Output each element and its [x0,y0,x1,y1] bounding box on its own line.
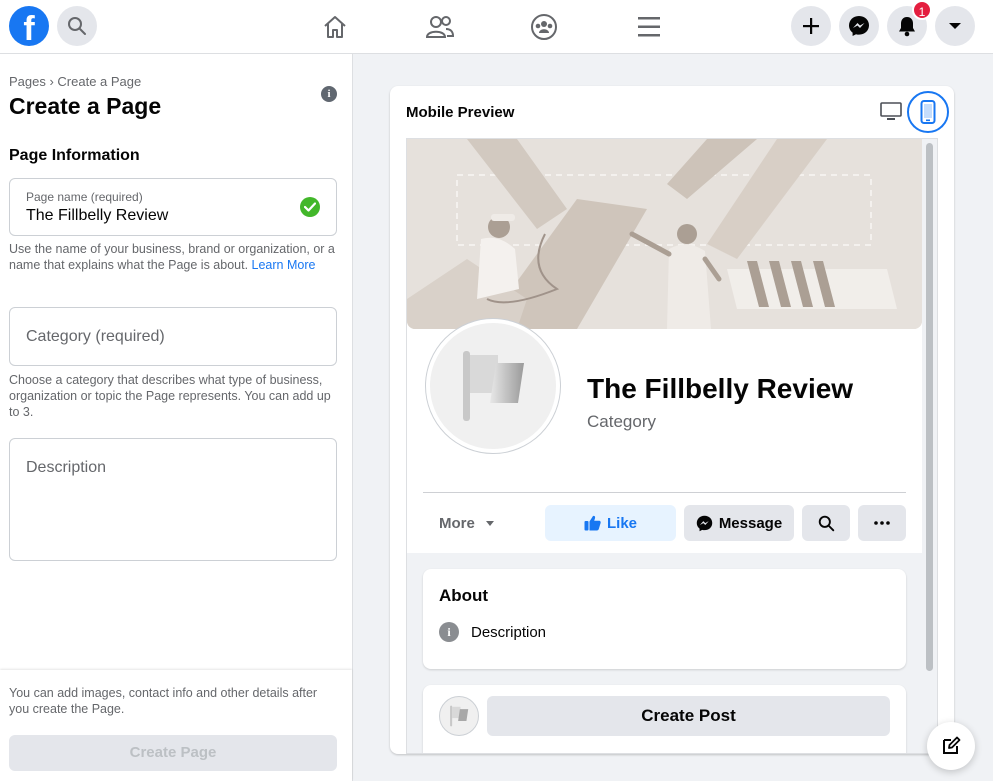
page-options-button[interactable] [858,505,906,541]
preview-category: Category [587,412,656,431]
learn-more-link[interactable]: Learn More [252,258,316,272]
create-post-card: Create Post [423,685,906,753]
preview-title: Mobile Preview [406,104,515,121]
page-title: Create a Page [9,93,162,119]
search-icon [818,515,834,531]
compose-icon [943,736,961,754]
search-button[interactable] [57,6,97,46]
messenger-icon [849,16,869,36]
message-label: Message [718,514,783,532]
nav-home[interactable] [318,10,352,44]
mobile-phone-icon [920,100,936,124]
top-navigation-bar: f 1 [0,0,993,54]
flag-icon [450,705,469,727]
nav-friends[interactable] [423,10,457,44]
post-avatar [439,696,479,736]
thumbs-up-icon [584,515,601,531]
create-page-button[interactable]: Create Page [9,735,337,771]
page-name-field[interactable]: Page name (required) The Fillbelly Revie… [9,178,337,236]
description-field[interactable]: Description [9,438,337,561]
about-description: Description [471,623,547,641]
flag-icon [463,351,524,421]
plus-icon [803,18,819,34]
category-field[interactable]: Category (required) [9,307,337,366]
nav-menu[interactable] [632,10,666,44]
page-name-value: The Fillbelly Review [26,207,169,224]
new-message-button[interactable] [927,722,975,770]
message-button[interactable]: Message [684,505,794,541]
phone-screen: The Fillbelly Review Category More Like … [406,138,938,754]
messenger-icon [696,515,713,531]
desktop-icon [880,102,902,120]
caret-down-icon [949,23,961,29]
more-label: More [439,515,475,532]
description-placeholder: Description [26,459,107,476]
create-post-button[interactable]: Create Post [487,696,890,736]
sidebar-footer: You can add images, contact info and oth… [0,670,352,781]
notification-badge: 1 [912,0,932,20]
page-name-label: Page name (required) [26,190,143,204]
page-search-button[interactable] [802,505,850,541]
desktop-preview-toggle[interactable] [880,102,902,122]
cover-illustration [407,139,922,329]
search-icon [68,17,86,35]
divider [423,492,906,493]
account-menu-button[interactable] [935,6,975,46]
logo-letter: f [23,10,35,46]
valid-check-icon [300,197,320,217]
facebook-logo[interactable]: f [9,6,49,46]
friends-icon [425,16,455,38]
mobile-preview-toggle[interactable] [907,91,949,133]
like-label: Like [606,514,637,532]
mobile-preview-card: Mobile Preview The Fillbelly Review Cate… [390,86,954,754]
messenger-button[interactable] [839,6,879,46]
nav-groups[interactable] [527,10,561,44]
preview-scrollbar[interactable] [926,143,933,671]
about-card: About i Description [423,569,906,669]
menu-icon [638,17,660,37]
create-button[interactable] [791,6,831,46]
category-help: Choose a category that describes what ty… [9,373,331,419]
like-button[interactable]: Like [545,505,676,541]
about-title: About [439,586,489,605]
groups-icon [531,14,557,40]
info-icon[interactable]: i [321,86,337,102]
footer-note: You can add images, contact info and oth… [9,686,318,716]
breadcrumb[interactable]: Pages › Create a Page [9,74,141,89]
about-description-row: i Description [439,622,546,642]
section-title: Page Information [9,147,140,164]
page-name-help: Use the name of your business, brand or … [9,241,339,273]
preview-page-name: The Fillbelly Review [587,373,854,404]
caret-down-icon [485,521,494,526]
create-page-sidebar: Pages › Create a Page Create a Page i Pa… [0,54,353,781]
ellipsis-icon [874,521,890,525]
home-icon [324,16,346,38]
category-placeholder: Category (required) [26,328,165,345]
profile-picture[interactable] [426,319,560,453]
info-icon: i [439,622,459,642]
bell-icon [899,17,915,37]
more-dropdown[interactable]: More [439,515,495,532]
